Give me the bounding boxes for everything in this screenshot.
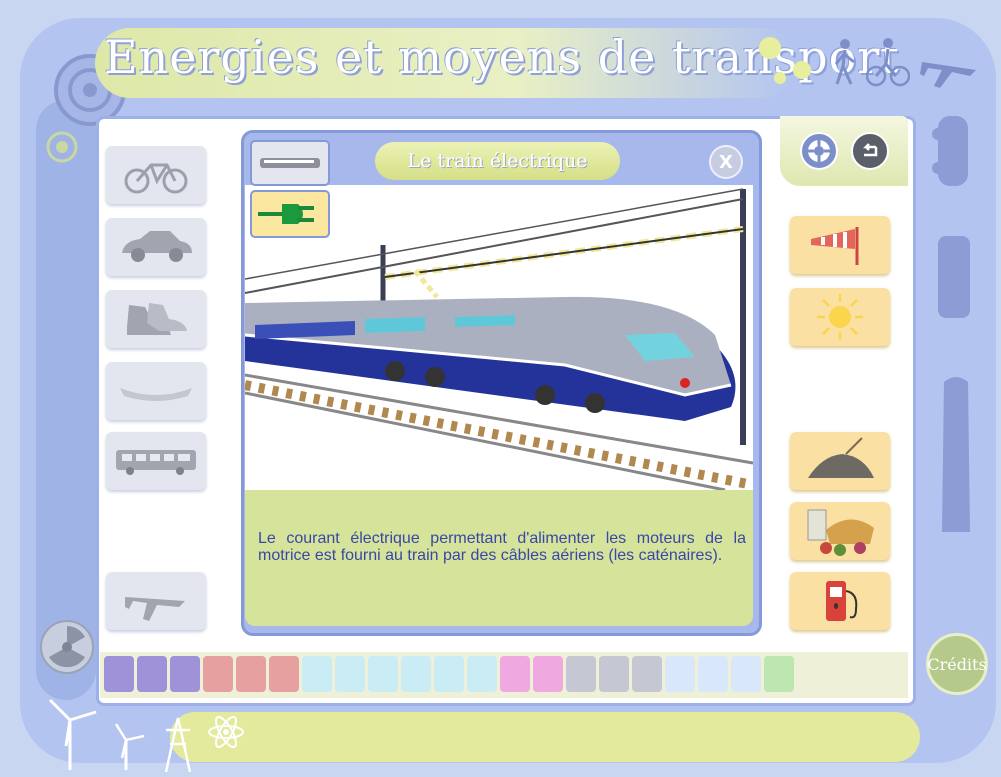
fuel-pump-icon bbox=[826, 581, 858, 621]
thumb-car-red[interactable] bbox=[203, 656, 233, 692]
description-text: Le courant électrique permettant d'alime… bbox=[258, 530, 746, 564]
lifebuoy-icon bbox=[808, 140, 830, 162]
coal-icon bbox=[808, 437, 874, 478]
shoes-button[interactable] bbox=[106, 290, 206, 348]
car-silhouette-icon bbox=[932, 116, 968, 186]
boat-icon bbox=[120, 388, 192, 401]
train-view-tab[interactable] bbox=[250, 140, 330, 186]
thumb-bus[interactable] bbox=[533, 656, 563, 692]
small-circle-icon bbox=[46, 131, 78, 163]
wind-energy-button[interactable] bbox=[790, 216, 890, 274]
bicycle-icon bbox=[124, 163, 188, 194]
lifebuoy-button[interactable] bbox=[800, 132, 838, 170]
wind-turbine-icon bbox=[48, 698, 145, 770]
airplane-button[interactable] bbox=[106, 572, 206, 630]
bus-icon bbox=[116, 450, 196, 475]
thumb-car-blue[interactable] bbox=[269, 656, 299, 692]
thumb-plane-1[interactable] bbox=[665, 656, 695, 692]
flowers-icon bbox=[759, 37, 811, 84]
close-button[interactable]: X bbox=[709, 145, 743, 179]
electric-plug-icon bbox=[258, 204, 314, 224]
thumb-boat-2[interactable] bbox=[335, 656, 365, 692]
boat-silhouette-icon bbox=[942, 377, 970, 532]
boat-button[interactable] bbox=[106, 362, 206, 420]
thumb-boat-3[interactable] bbox=[368, 656, 398, 692]
radiation-icon bbox=[40, 620, 94, 674]
popup-title: Le train électrique bbox=[375, 142, 620, 180]
left-frame-band bbox=[36, 100, 96, 700]
shoes-icon bbox=[127, 303, 187, 335]
food-icon bbox=[807, 509, 874, 556]
back-arrow-icon bbox=[862, 143, 878, 157]
thumb-tram[interactable] bbox=[500, 656, 530, 692]
sun-icon bbox=[817, 294, 863, 340]
train-small-icon bbox=[260, 158, 320, 168]
walker-icon bbox=[834, 39, 855, 85]
thumb-train-2[interactable] bbox=[599, 656, 629, 692]
energy-view-tab[interactable] bbox=[250, 190, 330, 238]
cyclist-icon bbox=[866, 38, 910, 87]
thumb-rocket[interactable] bbox=[731, 656, 761, 692]
thumb-plane-2[interactable] bbox=[698, 656, 728, 692]
credits-button[interactable]: Crédits bbox=[926, 633, 988, 695]
solar-energy-button[interactable] bbox=[790, 288, 890, 346]
car-button[interactable] bbox=[106, 218, 206, 276]
airplane-icon bbox=[125, 597, 185, 621]
bus-button[interactable] bbox=[106, 432, 206, 490]
thumb-motorbike[interactable] bbox=[170, 656, 200, 692]
biomass-energy-button[interactable] bbox=[790, 502, 890, 560]
thumb-sailboat[interactable] bbox=[434, 656, 464, 692]
thumb-car-green[interactable] bbox=[236, 656, 266, 692]
thumb-ship[interactable] bbox=[401, 656, 431, 692]
pylon-icon bbox=[164, 717, 192, 772]
atom-icon bbox=[208, 715, 244, 749]
thumb-ferry[interactable] bbox=[467, 656, 497, 692]
bicycle-button[interactable] bbox=[106, 146, 206, 204]
thumb-walker[interactable] bbox=[764, 656, 794, 692]
thumb-train-3[interactable] bbox=[632, 656, 662, 692]
thumb-train-1[interactable] bbox=[566, 656, 596, 692]
fuel-energy-button[interactable] bbox=[790, 572, 890, 630]
plane-top-icon bbox=[920, 62, 976, 88]
windsock-icon bbox=[811, 227, 859, 265]
back-button[interactable] bbox=[851, 132, 889, 170]
bottom-band bbox=[170, 712, 920, 762]
coal-energy-button[interactable] bbox=[790, 432, 890, 490]
bus-silhouette-icon bbox=[938, 236, 970, 318]
car-icon bbox=[122, 231, 192, 262]
thumb-boat-1[interactable] bbox=[302, 656, 332, 692]
